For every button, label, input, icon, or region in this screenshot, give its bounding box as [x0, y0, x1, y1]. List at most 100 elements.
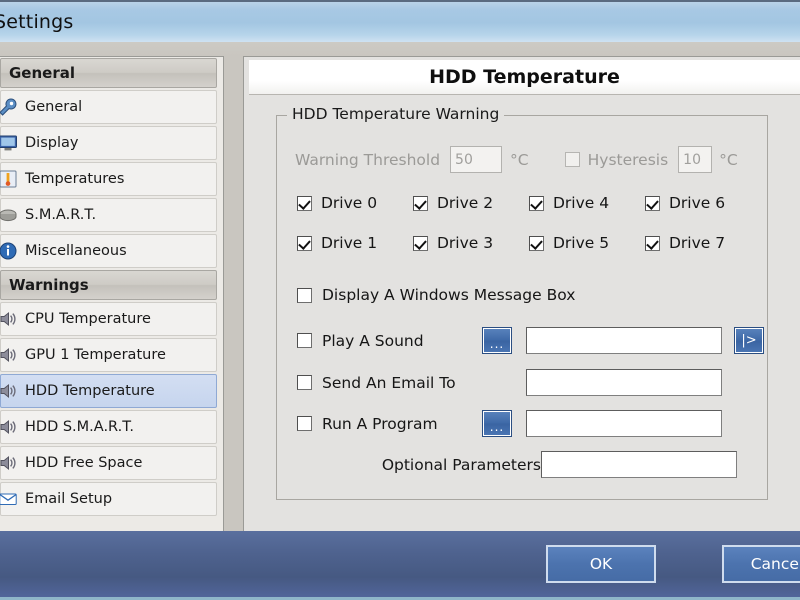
- ellipsis-icon: ...: [489, 336, 505, 351]
- play-sound-checkbox[interactable]: [297, 333, 312, 348]
- drive-0-label: Drive 0: [321, 194, 378, 212]
- send-email-address-input[interactable]: [526, 369, 722, 396]
- sidebar-item-label: HDD Temperature: [25, 383, 155, 399]
- sidebar-item-label: GPU 1 Temperature: [25, 347, 166, 363]
- ellipsis-icon: ...: [489, 419, 505, 434]
- speaker-icon: [0, 308, 19, 330]
- cancel-button-label: Cancel: [750, 555, 800, 573]
- window-titlebar: Settings: [0, 0, 800, 42]
- send-email-checkbox[interactable]: [297, 375, 312, 390]
- drive-7-label: Drive 7: [669, 234, 726, 252]
- sidebar-item-display[interactable]: Display: [0, 126, 217, 160]
- drive-checkbox-row[interactable]: Drive 5: [529, 234, 609, 252]
- cancel-button[interactable]: Cancel: [722, 545, 800, 583]
- info-icon: [0, 240, 19, 262]
- optional-parameters-input[interactable]: [541, 451, 737, 478]
- drive-6-label: Drive 6: [669, 194, 726, 212]
- sidebar-section-header: Warnings: [0, 270, 217, 300]
- sidebar-item-s-m-a-r-t[interactable]: S.M.A.R.T.: [0, 198, 217, 232]
- display-message-box-label: Display A Windows Message Box: [322, 286, 576, 304]
- sidebar-item-hdd-s-m-a-r-t[interactable]: HDD S.M.A.R.T.: [0, 410, 217, 444]
- groupbox-title: HDD Temperature Warning: [287, 105, 505, 123]
- run-program-label: Run A Program: [322, 414, 438, 433]
- play-sound-row[interactable]: Play A Sound ... |>: [297, 327, 764, 354]
- hysteresis-unit: °C: [719, 150, 738, 169]
- settings-window: Settings General General Display Temperatur…: [0, 0, 800, 600]
- drive-checkbox-row[interactable]: Drive 6: [645, 194, 725, 212]
- sidebar-item-label: HDD S.M.A.R.T.: [25, 419, 134, 435]
- sidebar-item-gpu-1-temperature[interactable]: GPU 1 Temperature: [0, 338, 217, 372]
- drive-6-checkbox[interactable]: [645, 195, 660, 211]
- warning-threshold-input[interactable]: 50: [450, 146, 503, 173]
- window-title: Settings: [0, 11, 74, 33]
- sidebar-item-miscellaneous[interactable]: Miscellaneous: [0, 234, 217, 268]
- drive-checkbox-row[interactable]: Drive 2: [413, 194, 493, 212]
- send-email-label: Send An Email To: [322, 373, 456, 392]
- drive-2-checkbox[interactable]: [413, 195, 428, 211]
- speaker-icon: [0, 344, 19, 366]
- panel-title-bar: HDD Temperature: [249, 60, 800, 95]
- drive-checkbox-row[interactable]: Drive 0: [297, 194, 377, 212]
- run-program-path-input[interactable]: [526, 410, 722, 437]
- ok-button-label: OK: [589, 555, 613, 573]
- drive-1-label: Drive 1: [321, 234, 378, 252]
- wrench-icon: [0, 96, 19, 118]
- ok-button[interactable]: OK: [546, 545, 656, 583]
- settings-sidebar[interactable]: General General Display Temperatures S.M.A.R…: [0, 56, 224, 585]
- panel-content: HDD Temperature Warning Warning Threshol…: [249, 97, 800, 580]
- sidebar-item-hdd-temperature[interactable]: HDD Temperature: [0, 374, 217, 408]
- sidebar-item-label: General: [25, 99, 83, 115]
- drive-4-checkbox[interactable]: [529, 195, 544, 211]
- drive-checkbox-row[interactable]: Drive 4: [529, 194, 609, 212]
- drive-5-label: Drive 5: [553, 234, 610, 252]
- send-email-row[interactable]: Send An Email To: [297, 369, 722, 396]
- sidebar-item-cpu-temperature[interactable]: CPU Temperature: [0, 302, 217, 336]
- sidebar-item-temperatures[interactable]: Temperatures: [0, 162, 217, 196]
- monitor-icon: [0, 132, 19, 154]
- sidebar-item-label: HDD Free Space: [25, 455, 143, 471]
- drive-3-label: Drive 3: [437, 234, 494, 252]
- hysteresis-checkbox[interactable]: [564, 152, 580, 167]
- hdd-temperature-warning-group: HDD Temperature Warning Warning Threshol…: [276, 105, 768, 500]
- speaker-icon: [0, 452, 19, 474]
- warning-threshold-label: Warning Threshold: [295, 150, 441, 169]
- run-program-checkbox[interactable]: [297, 416, 312, 431]
- drive-3-checkbox[interactable]: [413, 235, 428, 251]
- drive-checkbox-row[interactable]: Drive 3: [413, 234, 493, 252]
- drive-5-checkbox[interactable]: [529, 235, 544, 251]
- sidebar-section-header: General: [0, 58, 217, 88]
- sidebar-item-label: Email Setup: [25, 491, 113, 507]
- optional-parameters-label: Optional Parameters: [381, 455, 541, 474]
- message-box-row[interactable]: Display A Windows Message Box: [297, 286, 575, 304]
- sidebar-item-label: Display: [25, 135, 79, 151]
- page-title: HDD Temperature: [429, 66, 620, 88]
- drive-0-checkbox[interactable]: [297, 195, 312, 211]
- play-sound-preview-button[interactable]: |>: [734, 327, 764, 354]
- display-message-box-checkbox[interactable]: [297, 287, 312, 303]
- harddisk-icon: [0, 204, 19, 226]
- dialog-footer: OK Cancel: [0, 531, 800, 600]
- hysteresis-label: Hysteresis: [587, 150, 669, 169]
- play-sound-path-input[interactable]: [526, 327, 722, 354]
- play-icon: |>: [741, 333, 757, 348]
- sidebar-item-hdd-free-space[interactable]: HDD Free Space: [0, 446, 217, 480]
- optional-parameters-row: Optional Parameters: [297, 451, 737, 478]
- run-program-browse-button[interactable]: ...: [482, 410, 512, 437]
- sidebar-item-general[interactable]: General: [0, 90, 217, 124]
- drive-2-label: Drive 2: [437, 194, 494, 212]
- drive-4-label: Drive 4: [553, 194, 610, 212]
- play-sound-label: Play A Sound: [322, 331, 424, 350]
- warning-threshold-row: Warning Threshold 50 °C Hysteresis 10 °C: [295, 146, 738, 173]
- play-sound-browse-button[interactable]: ...: [482, 327, 512, 354]
- settings-main-panel: HDD Temperature HDD Temperature Warning …: [243, 56, 800, 585]
- drive-checkbox-row[interactable]: Drive 7: [645, 234, 725, 252]
- thermometer-icon: [0, 168, 19, 190]
- drive-1-checkbox[interactable]: [297, 235, 312, 251]
- sidebar-item-label: CPU Temperature: [25, 311, 151, 327]
- drive-checkbox-row[interactable]: Drive 1: [297, 234, 377, 252]
- run-program-row[interactable]: Run A Program ...: [297, 410, 722, 437]
- drive-7-checkbox[interactable]: [645, 235, 660, 251]
- warning-threshold-unit: °C: [510, 150, 529, 169]
- hysteresis-input[interactable]: 10: [678, 146, 713, 173]
- sidebar-item-email-setup[interactable]: Email Setup: [0, 482, 217, 516]
